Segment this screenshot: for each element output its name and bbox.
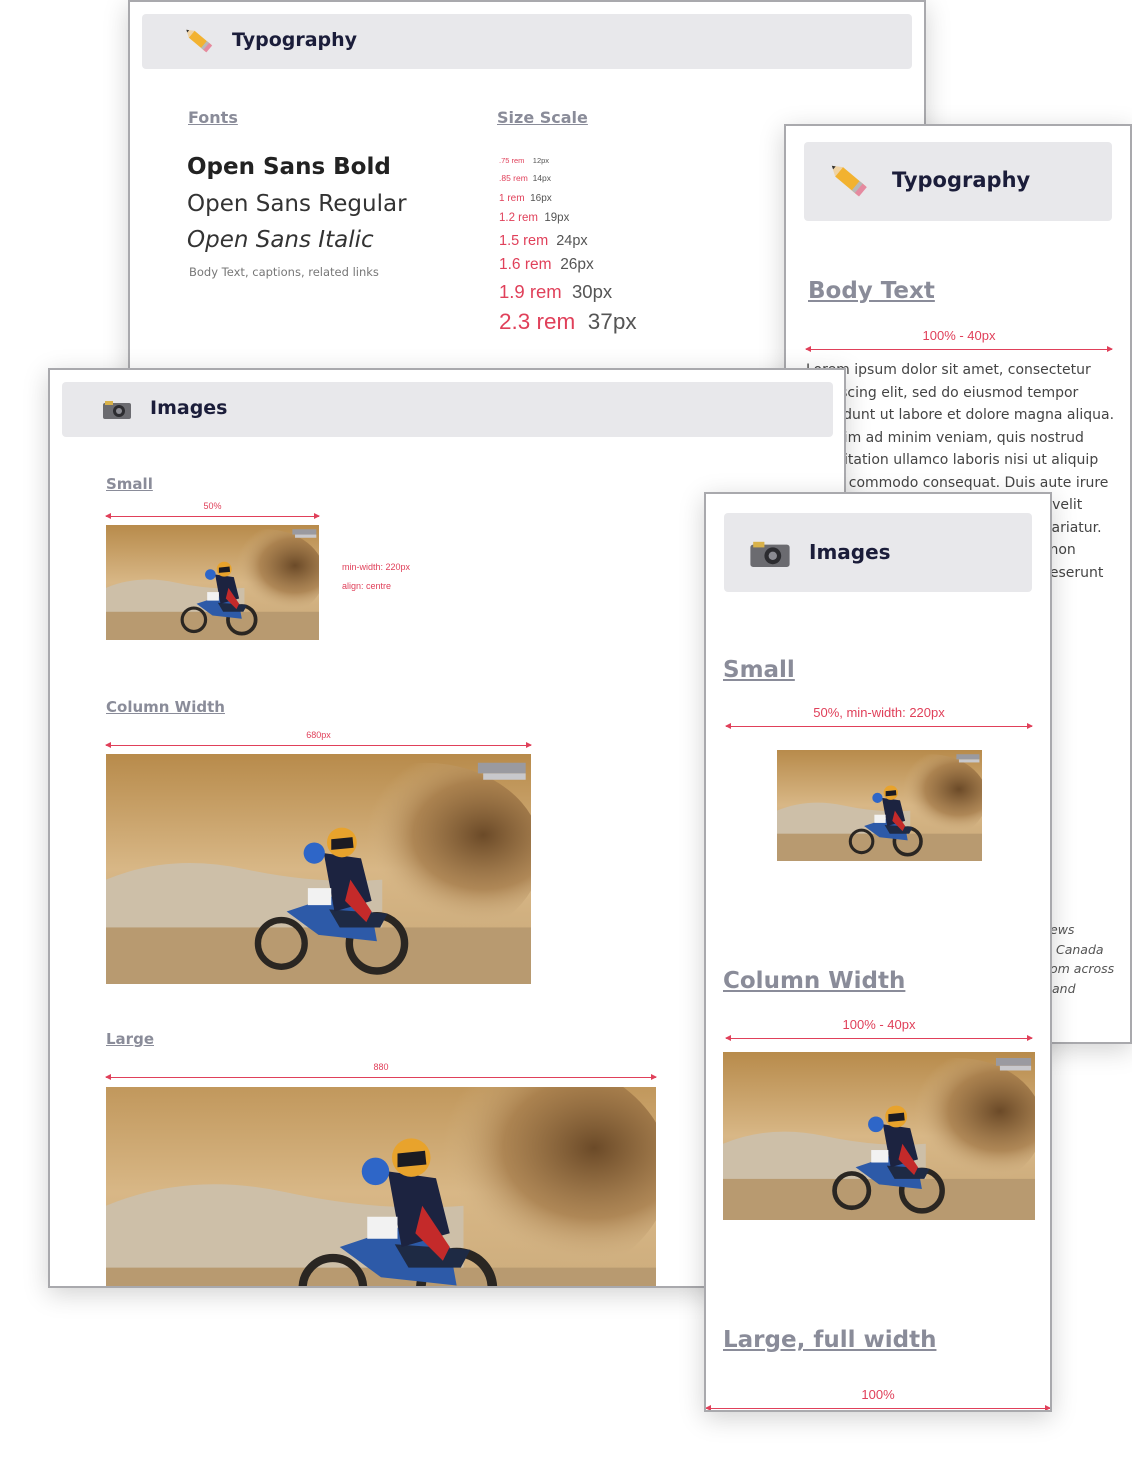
column-width-heading: Column Width <box>106 698 225 716</box>
mobile-column-measure-label: 100% - 40px <box>842 1017 916 1032</box>
body-line: exercitation ullamco laboris nisi ut ali… <box>806 452 1099 468</box>
fonts-caption: Body Text, captions, related links <box>189 265 379 279</box>
scale-row: 1.2 rem 19px <box>499 212 569 224</box>
body-line: ex ea commodo consequat. Duis aute irure <box>806 474 1109 491</box>
small-heading: Small <box>106 475 153 493</box>
scale-rem: .85 rem <box>499 173 528 183</box>
column-image <box>106 754 531 984</box>
font-sample-italic: Open Sans Italic <box>187 227 374 253</box>
font-sample-bold: Open Sans Bold <box>187 154 391 180</box>
mobile-small-image <box>777 750 982 861</box>
scale-rem: 2.3 rem <box>499 309 576 334</box>
body-line: Lorem ipsum dolor sit amet, consectetur <box>806 362 1091 378</box>
mobile-small-measure <box>725 723 1033 729</box>
fonts-heading: Fonts <box>188 108 238 127</box>
mobile-small-heading: Small <box>723 657 795 683</box>
mobile-large-measure-label: 100% <box>861 1387 895 1402</box>
scale-px: 14px <box>532 173 551 183</box>
column-measure-label: 680px <box>306 730 331 740</box>
camera-icon <box>102 398 132 420</box>
body-line: incididunt ut labore et dolore magna ali… <box>806 407 1115 423</box>
body-line: adipiscing elit, sed do eiusmod tempor <box>806 384 1079 401</box>
scale-row: .75 rem 12px <box>499 156 549 165</box>
scale-px: 16px <box>530 193 552 204</box>
column-measure <box>105 742 532 748</box>
mobile-small-measure-label: 50%, min-width: 220px <box>813 705 945 720</box>
large-measure-label: 880 <box>373 1062 389 1072</box>
scale-rem: 1.6 rem <box>499 256 552 273</box>
images-mobile-panel: Images Small 50%, min-width: 220px Colum… <box>704 492 1052 1412</box>
scale-px: 26px <box>560 256 594 273</box>
small-measure <box>105 513 320 519</box>
small-image <box>106 525 319 640</box>
mobile-column-measure <box>725 1035 1033 1041</box>
small-measure-label: 50% <box>203 501 222 511</box>
typography-mobile-header: Typography <box>804 142 1112 221</box>
size-scale-heading: Size Scale <box>497 108 588 127</box>
body-line: Ut enim ad minim veniam, quis nostrud <box>806 429 1084 446</box>
scale-row: 1.6 rem 26px <box>499 256 594 274</box>
scale-px: 37px <box>587 309 637 334</box>
scale-px: 12px <box>532 156 550 165</box>
camera-icon <box>749 537 791 569</box>
typography-title: Typography <box>232 29 358 51</box>
body-width-label: 100% - 40px <box>922 328 996 343</box>
scale-row: 2.3 rem 37px <box>499 309 637 335</box>
scale-rem: 1 rem <box>499 193 525 204</box>
body-text-heading: Body Text <box>808 278 935 304</box>
mobile-column-image <box>723 1052 1035 1220</box>
images-mobile-header: Images <box>724 513 1032 592</box>
scale-row: .85 rem 14px <box>499 173 551 183</box>
scale-row: 1 rem 16px <box>499 193 552 204</box>
font-sample-regular: Open Sans Regular <box>187 191 407 217</box>
images-header: Images <box>62 382 833 437</box>
pencil-icon <box>182 26 216 56</box>
scale-px: 24px <box>556 233 588 249</box>
scale-rem: 1.9 rem <box>499 281 562 302</box>
small-min-width-note: min-width: 220px <box>342 562 411 572</box>
scale-rem: 1.5 rem <box>499 233 549 249</box>
body-width-measure <box>805 346 1113 352</box>
images-mobile-title: Images <box>809 540 891 564</box>
scale-px: 30px <box>572 281 613 302</box>
images-title: Images <box>150 397 228 419</box>
scale-px: 19px <box>544 212 570 224</box>
pencil-icon <box>826 160 872 202</box>
scale-rem: .75 rem <box>499 156 525 165</box>
large-image <box>106 1087 656 1288</box>
scale-row: 1.9 rem 30px <box>499 281 612 303</box>
large-heading: Large <box>106 1030 154 1048</box>
scale-rem: 1.2 rem <box>499 212 538 224</box>
large-measure <box>105 1074 657 1080</box>
scale-row: 1.5 rem 24px <box>499 233 588 249</box>
small-align-note: align: centre <box>342 581 392 591</box>
mobile-large-heading: Large, full width <box>723 1327 937 1353</box>
typography-mobile-title: Typography <box>892 168 1031 192</box>
typography-header: Typography <box>142 14 912 69</box>
mobile-column-heading: Column Width <box>723 968 906 994</box>
mobile-large-measure <box>706 1405 1050 1410</box>
